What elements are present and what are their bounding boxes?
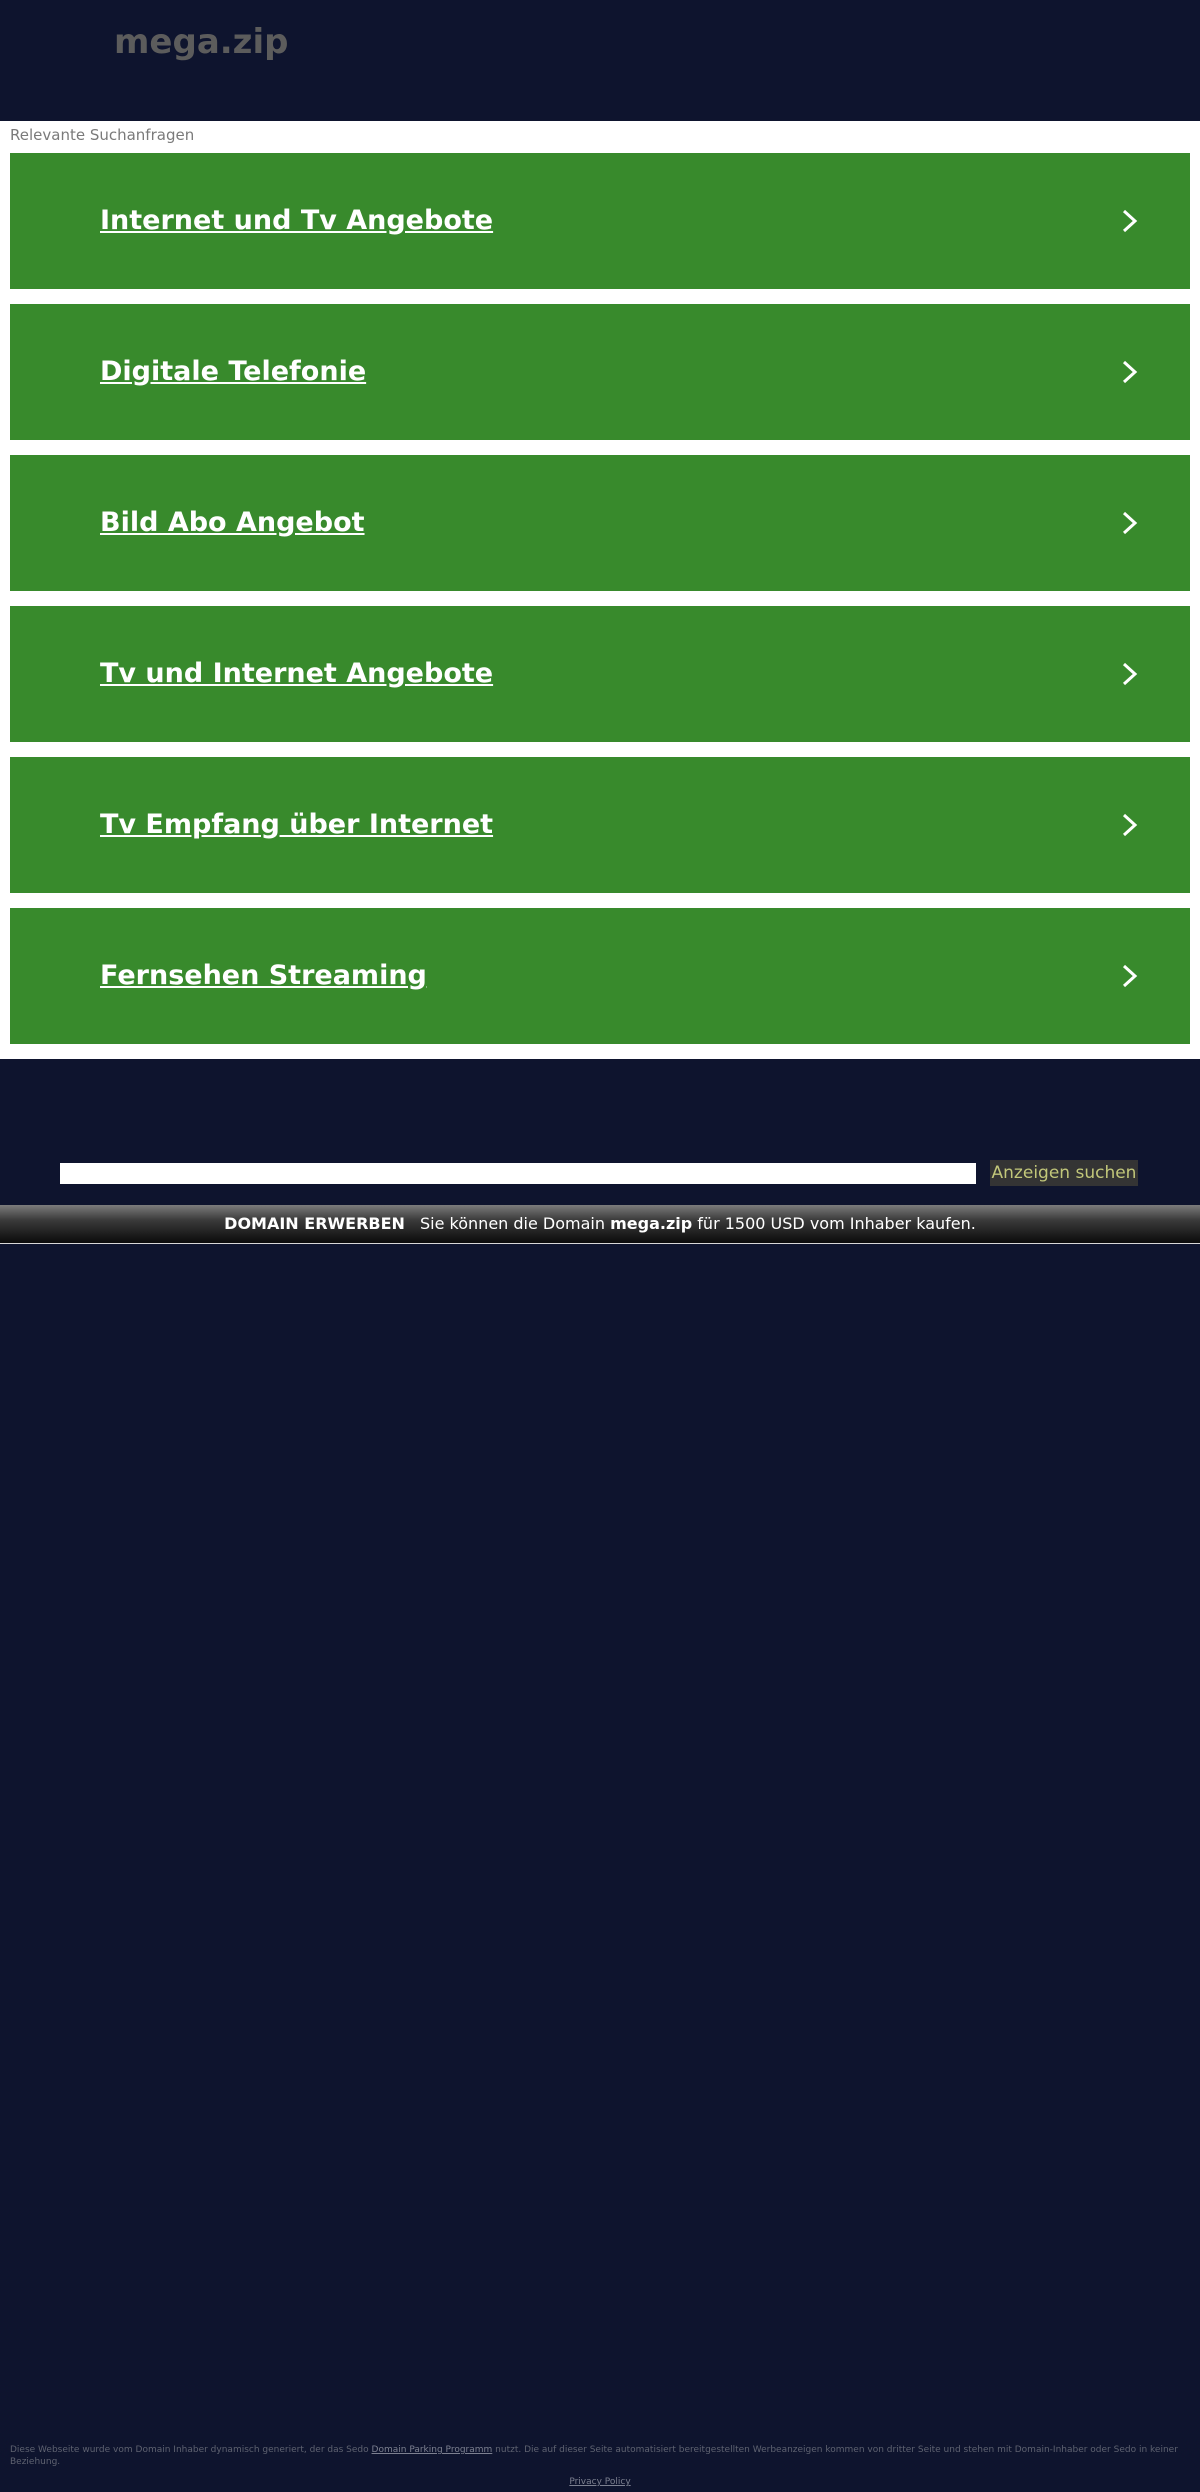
header: mega.zip xyxy=(0,0,1200,121)
search-area: Anzeigen suchen xyxy=(0,1059,1200,1205)
chevron-right-icon xyxy=(1122,360,1138,384)
privacy-policy-row: Privacy Policy xyxy=(0,2476,1200,2488)
domain-offer-text-before: Sie können die Domain xyxy=(420,1214,605,1233)
search-link-item[interactable]: Internet und Tv Angebote xyxy=(10,153,1190,289)
search-link-label[interactable]: Tv Empfang über Internet xyxy=(100,808,493,842)
chevron-right-icon xyxy=(1122,964,1138,988)
search-link-item[interactable]: Digitale Telefonie xyxy=(10,304,1190,440)
search-input[interactable] xyxy=(60,1163,976,1184)
search-link-label[interactable]: Bild Abo Angebot xyxy=(100,506,365,540)
search-link-item[interactable]: Bild Abo Angebot xyxy=(10,455,1190,591)
domain-parking-link[interactable]: Domain Parking Programm xyxy=(372,2445,493,2455)
search-link-item[interactable]: Tv Empfang über Internet xyxy=(10,757,1190,893)
search-link-item[interactable]: Fernsehen Streaming xyxy=(10,908,1190,1044)
domain-buy-label[interactable]: DOMAIN ERWERBEN xyxy=(224,1214,405,1233)
domain-purchase-bar[interactable]: DOMAIN ERWERBEN Sie können die Domain me… xyxy=(0,1205,1200,1244)
chevron-right-icon xyxy=(1122,511,1138,535)
footer-disclaimer: Diese Webseite wurde vom Domain Inhaber … xyxy=(10,2444,1190,2468)
site-logo[interactable]: mega.zip xyxy=(114,22,288,62)
domain-offer-text-after: für 1500 USD vom Inhaber kaufen. xyxy=(697,1214,976,1233)
search-link-label[interactable]: Internet und Tv Angebote xyxy=(100,204,493,238)
search-link-label[interactable]: Tv und Internet Angebote xyxy=(100,657,493,691)
privacy-policy-link[interactable]: Privacy Policy xyxy=(569,2477,630,2487)
search-link-item[interactable]: Tv und Internet Angebote xyxy=(10,606,1190,742)
related-searches: Relevante Suchanfragen Internet und Tv A… xyxy=(0,121,1200,1059)
search-button[interactable]: Anzeigen suchen xyxy=(990,1160,1138,1186)
footer-text-before: Diese Webseite wurde vom Domain Inhaber … xyxy=(10,2445,369,2455)
search-link-label[interactable]: Digitale Telefonie xyxy=(100,355,366,389)
chevron-right-icon xyxy=(1122,662,1138,686)
chevron-right-icon xyxy=(1122,209,1138,233)
domain-name: mega.zip xyxy=(610,1214,693,1233)
chevron-right-icon xyxy=(1122,813,1138,837)
related-searches-title: Relevante Suchanfragen xyxy=(10,126,195,144)
search-link-label[interactable]: Fernsehen Streaming xyxy=(100,959,427,993)
